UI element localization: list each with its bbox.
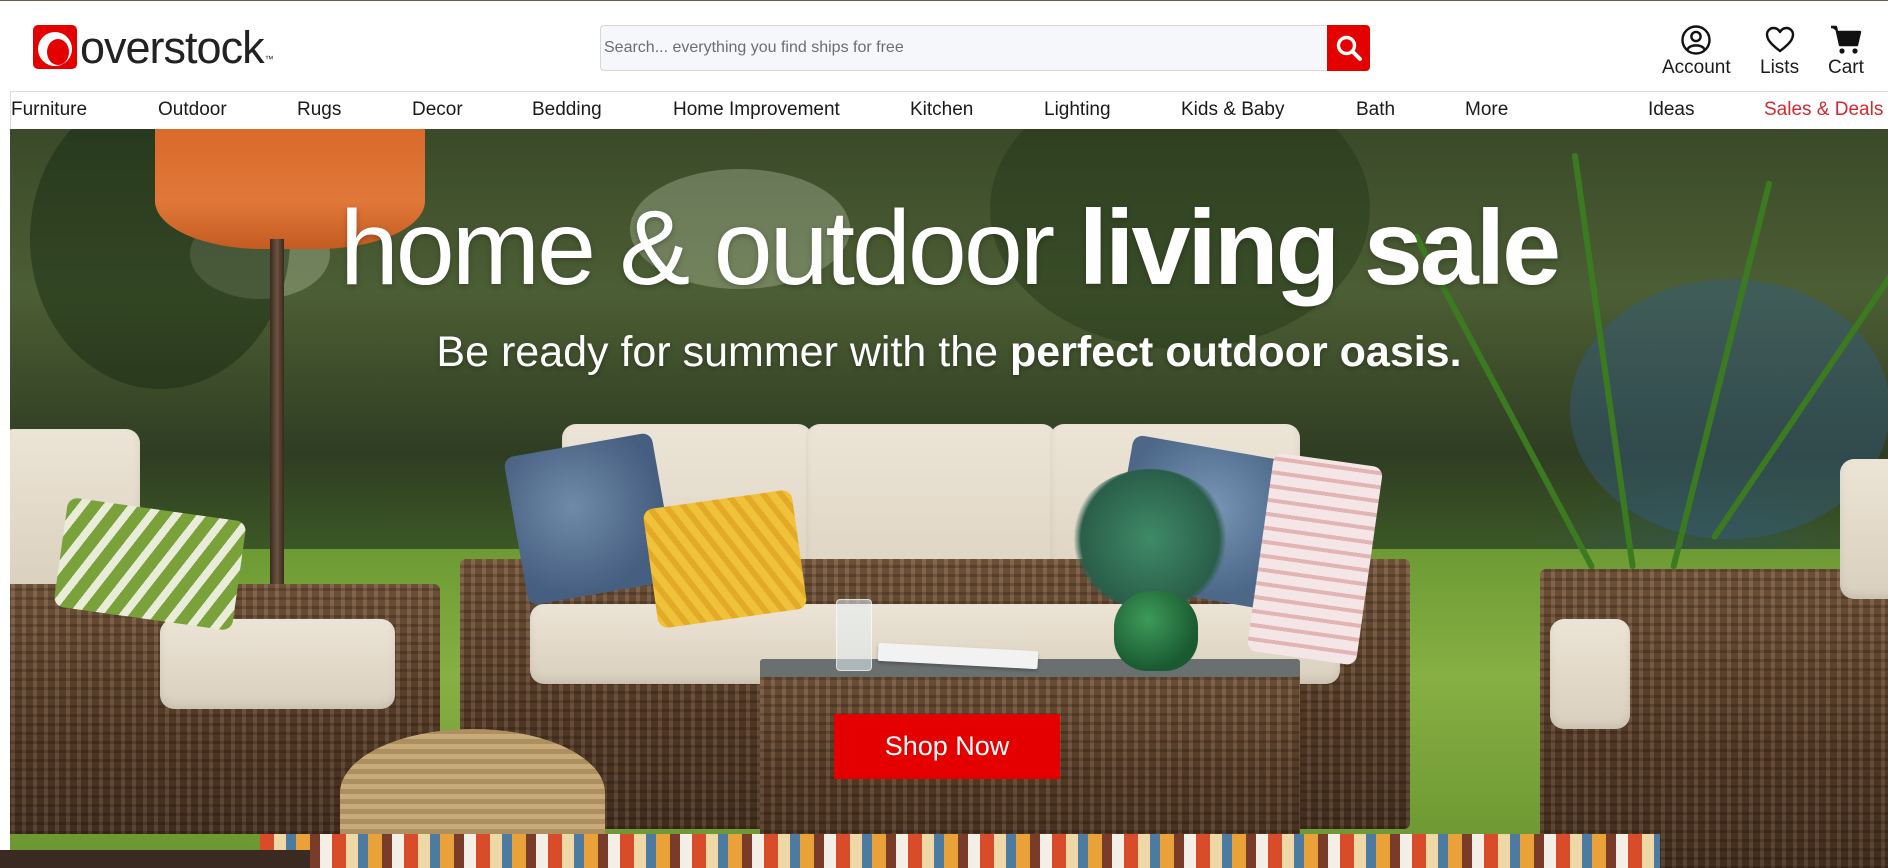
- overstock-logo[interactable]: overstock ™: [33, 24, 274, 70]
- search-bar: [600, 25, 1370, 71]
- green-vase: [1114, 591, 1198, 671]
- account-icon: [1681, 25, 1712, 55]
- search-button[interactable]: [1327, 25, 1370, 71]
- hero-subtitle: Be ready for summer with the perfect out…: [10, 331, 1888, 374]
- potted-plant: [1070, 469, 1230, 609]
- armchair-back-cushion: [1840, 459, 1888, 599]
- nav-item-decor[interactable]: Decor: [412, 99, 463, 121]
- nav-item-home-improvement[interactable]: Home Improvement: [673, 99, 840, 121]
- hero-banner[interactable]: home & outdoor living sale Be ready for …: [10, 129, 1888, 868]
- logo-mark-icon: [33, 25, 77, 69]
- nav-item-kitchen[interactable]: Kitchen: [910, 99, 973, 121]
- nav-item-outdoor[interactable]: Outdoor: [158, 99, 227, 121]
- nav-item-ideas[interactable]: Ideas: [1648, 99, 1694, 121]
- armchair-seat-cushion: [160, 619, 395, 709]
- logo-trademark: ™: [264, 54, 274, 64]
- heart-icon: [1765, 26, 1794, 53]
- nav-item-more[interactable]: More: [1465, 99, 1508, 121]
- armchair-seat-cushion: [1550, 619, 1630, 729]
- shop-now-button[interactable]: Shop Now: [834, 714, 1060, 779]
- lists-label: Lists: [1760, 57, 1800, 78]
- hero-subtitle-light: Be ready for summer with the: [436, 328, 1010, 376]
- nav-item-rugs[interactable]: Rugs: [297, 99, 341, 121]
- hero-title-light: home & outdoor: [339, 189, 1079, 307]
- nav-item-furniture[interactable]: Furniture: [11, 99, 87, 121]
- nav-item-bedding[interactable]: Bedding: [532, 99, 602, 121]
- yellow-pillow: [642, 489, 808, 629]
- site-header: overstock ™ Account Lists Cart: [0, 1, 1888, 91]
- nav-item-sales-deals[interactable]: Sales & Deals: [1764, 99, 1883, 121]
- nav-item-bath[interactable]: Bath: [1356, 99, 1395, 121]
- water-glass: [836, 599, 872, 671]
- cart-label: Cart: [1828, 57, 1864, 78]
- hero-title-bold: living sale: [1078, 189, 1562, 307]
- account-label: Account: [1662, 57, 1731, 78]
- search-input[interactable]: [600, 25, 1327, 71]
- nav-item-lighting[interactable]: Lighting: [1044, 99, 1111, 121]
- search-icon: [1336, 35, 1362, 61]
- hero-title: home & outdoor living sale: [10, 195, 1888, 301]
- cart-button[interactable]: Cart: [1828, 24, 1864, 79]
- cart-icon: [1830, 25, 1862, 54]
- striped-rug: [260, 834, 1660, 868]
- page-bottom-edge: [0, 850, 310, 868]
- logo-text: overstock: [80, 21, 265, 73]
- category-nav: Furniture Outdoor Rugs Decor Bedding Hom…: [10, 91, 1888, 129]
- nav-item-kids-baby[interactable]: Kids & Baby: [1181, 99, 1285, 121]
- hero-subtitle-bold: perfect outdoor oasis.: [1009, 328, 1462, 376]
- lists-button[interactable]: Lists: [1760, 24, 1799, 79]
- account-button[interactable]: Account: [1662, 24, 1731, 79]
